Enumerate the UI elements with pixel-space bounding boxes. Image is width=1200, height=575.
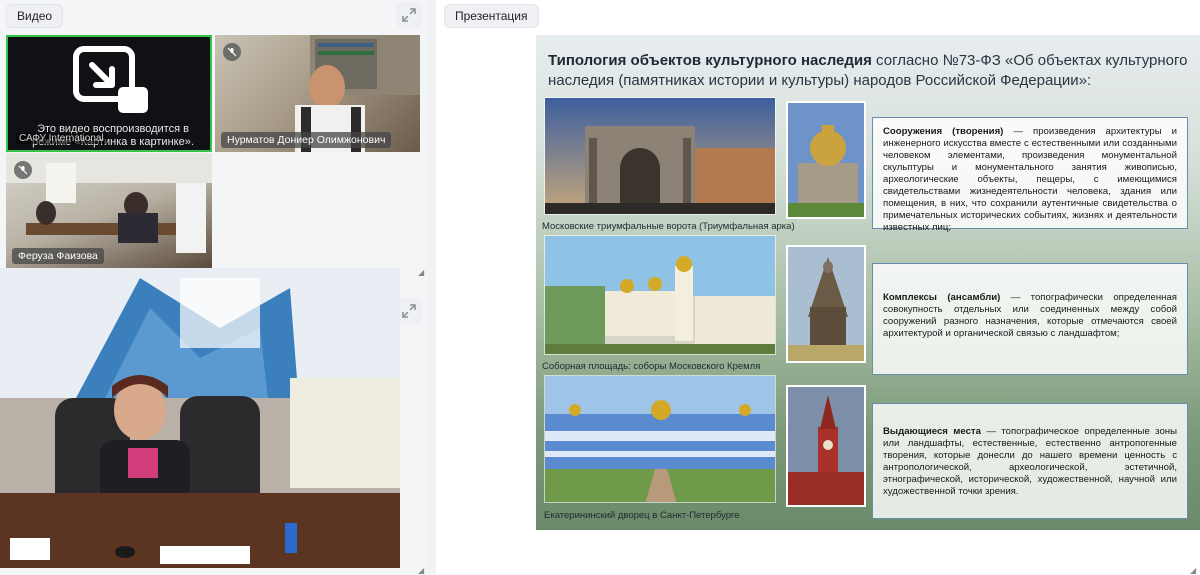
video-tile-pip[interactable]: Это видео воспроизводится в режиме «Карт… xyxy=(6,35,212,152)
participant-org-label: САФУ International xyxy=(16,133,107,144)
participant-name: Феруза Фаизова xyxy=(12,248,104,264)
mic-muted-icon xyxy=(14,161,32,179)
slide-photo-kremlin xyxy=(544,235,776,355)
resize-handle-icon[interactable]: ◢ xyxy=(1190,566,1198,575)
description-box: Комплексы (ансамбли) — топографически оп… xyxy=(872,263,1188,375)
video-tile-participant[interactable]: Феруза Фаизова xyxy=(6,153,212,268)
presentation-slide: Типология объектов культурного наследия … xyxy=(536,35,1200,530)
slide-thumbnail-spasskaya-tower xyxy=(786,385,866,507)
picture-in-picture-icon xyxy=(73,46,148,113)
video-tile-participant[interactable]: Нурматов Дониер Олимжонович xyxy=(215,35,420,152)
participant-name: Нурматов Дониер Олимжонович xyxy=(221,132,392,148)
resize-handle-icon[interactable]: ◢ xyxy=(418,268,426,277)
slide-thumbnail-cathedral xyxy=(786,101,866,219)
slide-title: Типология объектов культурного наследия … xyxy=(548,51,1188,91)
video-tile-speaker[interactable] xyxy=(0,268,400,568)
slide-thumbnail-kizhi xyxy=(786,245,866,363)
description-box: Выдающиеся места — топографическое опред… xyxy=(872,403,1188,519)
resize-handle-icon[interactable]: ◢ xyxy=(418,566,426,575)
term-description: — произведения архитектуры и инженерного… xyxy=(883,126,1177,233)
expand-icon[interactable] xyxy=(396,2,422,28)
photo-caption: Московские триумфальные ворота (Триумфал… xyxy=(542,221,795,232)
slide-title-bold: Типология объектов культурного наследия xyxy=(548,52,872,69)
video-panel: Видео Это видео воспроизводится в режиме… xyxy=(0,0,428,575)
photo-caption: Екатерининский дворец в Санкт-Петербурге xyxy=(544,510,740,521)
term-label: Комплексы (ансамбли) xyxy=(883,292,1001,303)
term-label: Выдающиеся места xyxy=(883,426,981,437)
description-box: Сооружения (творения) — произведения арх… xyxy=(872,117,1188,233)
speaker-video-frame xyxy=(0,268,400,568)
slide-photo-triumphal-arch xyxy=(544,97,776,215)
presentation-panel: Презентация Типология объектов культурно… xyxy=(436,0,1200,575)
slide-photo-catherine-palace xyxy=(544,375,776,503)
term-label: Сооружения (творения) xyxy=(883,126,1004,137)
photo-caption: Соборная площадь: соборы Московского Кре… xyxy=(542,361,761,372)
presentation-panel-title: Презентация xyxy=(444,4,539,28)
mic-muted-icon xyxy=(223,43,241,61)
video-panel-title: Видео xyxy=(6,4,64,28)
